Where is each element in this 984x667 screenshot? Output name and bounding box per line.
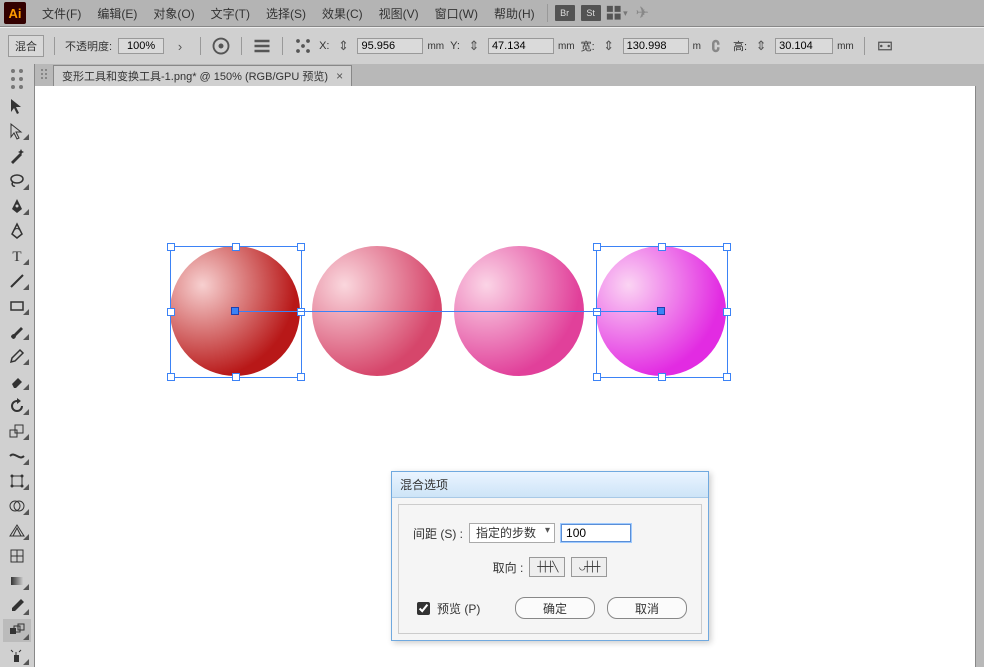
separator xyxy=(54,37,55,55)
dialog-title: 混合选项 xyxy=(392,472,708,498)
grid-icon xyxy=(606,5,621,20)
width-tool[interactable] xyxy=(3,444,31,467)
mesh-tool[interactable] xyxy=(3,544,31,567)
tab-grip-icon[interactable] xyxy=(38,64,50,86)
pencil-tool[interactable] xyxy=(3,344,31,367)
opacity-label: 不透明度: xyxy=(65,38,112,54)
options-bar: 混合 不透明度: › X: ⇕ mm Y: ⇕ mm 宽: ⇕ m 高: ⇕ m… xyxy=(0,27,984,65)
menu-help[interactable]: 帮助(H) xyxy=(486,3,543,24)
lasso-tool[interactable] xyxy=(3,169,31,192)
toolbox: T xyxy=(0,64,35,667)
right-panel-edge xyxy=(975,86,984,667)
x-label: X: xyxy=(319,40,329,52)
bridge-icon[interactable]: Br xyxy=(554,3,576,23)
opacity-more-icon[interactable]: › xyxy=(170,36,190,56)
blend-mode-chip[interactable]: 混合 xyxy=(8,35,44,57)
width-input[interactable] xyxy=(623,38,689,54)
h-stepper-icon[interactable]: ⇕ xyxy=(751,36,771,56)
x-input[interactable] xyxy=(357,38,423,54)
y-label: Y: xyxy=(450,40,460,52)
blend-tool[interactable] xyxy=(3,619,31,642)
paintbrush-tool[interactable] xyxy=(3,319,31,342)
direct-selection-tool[interactable] xyxy=(3,119,31,142)
separator xyxy=(864,37,865,55)
perspective-grid-tool[interactable] xyxy=(3,519,31,542)
eyedropper-tool[interactable] xyxy=(3,594,31,617)
align-panel-icon[interactable] xyxy=(252,36,272,56)
menu-bar: Ai 文件(F) 编辑(E) 对象(O) 文字(T) 选择(S) 效果(C) 视… xyxy=(0,0,984,27)
transform-panel-icon[interactable] xyxy=(293,36,313,56)
preview-checkbox[interactable]: 预览 (P) xyxy=(413,599,480,618)
spine-anchor-left[interactable] xyxy=(231,307,239,315)
x-unit: mm xyxy=(427,41,444,52)
selection-tool[interactable] xyxy=(3,94,31,117)
canvas[interactable]: 混合选项 间距 (S) : 指定的步数 取向 : ┼┼┼╲ ◡┼┼┼ xyxy=(35,86,984,667)
separator xyxy=(241,37,242,55)
y-stepper-icon[interactable]: ⇕ xyxy=(464,36,484,56)
content-area: T 变形工具和变换工具-1.png* @ 150% (RGB/GPU 预览) × xyxy=(0,64,984,667)
curvature-tool[interactable] xyxy=(3,219,31,242)
gpu-performance-icon[interactable]: ✈ xyxy=(636,3,649,23)
eraser-tool[interactable] xyxy=(3,369,31,392)
stock-icon[interactable]: St xyxy=(580,3,602,23)
x-stepper-icon[interactable]: ⇕ xyxy=(333,36,353,56)
blend-spine xyxy=(235,311,661,312)
close-tab-icon[interactable]: × xyxy=(336,69,343,83)
menu-object[interactable]: 对象(O) xyxy=(145,3,202,24)
spine-anchor-right[interactable] xyxy=(657,307,665,315)
h-unit: mm xyxy=(837,41,854,52)
blend-options-dialog: 混合选项 间距 (S) : 指定的步数 取向 : ┼┼┼╲ ◡┼┼┼ xyxy=(391,471,709,641)
gradient-tool[interactable] xyxy=(3,569,31,592)
w-unit: m xyxy=(693,41,701,52)
separator xyxy=(200,37,201,55)
steps-input[interactable] xyxy=(561,524,631,542)
cancel-button[interactable]: 取消 xyxy=(607,597,687,619)
separator xyxy=(282,37,283,55)
menu-type[interactable]: 文字(T) xyxy=(203,3,258,24)
rotate-tool[interactable] xyxy=(3,394,31,417)
recolor-artwork-icon[interactable] xyxy=(211,36,231,56)
document-area: 变形工具和变换工具-1.png* @ 150% (RGB/GPU 预览) × xyxy=(35,64,984,667)
isolate-blend-icon[interactable] xyxy=(875,36,895,56)
rectangle-tool[interactable] xyxy=(3,294,31,317)
magic-wand-tool[interactable] xyxy=(3,144,31,167)
free-transform-tool[interactable] xyxy=(3,469,31,492)
app-logo: Ai xyxy=(4,2,26,24)
preview-checkbox-input[interactable] xyxy=(417,602,430,615)
document-tab-title: 变形工具和变换工具-1.png* @ 150% (RGB/GPU 预览) xyxy=(62,68,328,84)
ok-button[interactable]: 确定 xyxy=(515,597,595,619)
y-input[interactable] xyxy=(488,38,554,54)
height-label: 高: xyxy=(733,38,747,54)
y-unit: mm xyxy=(558,41,575,52)
symbol-sprayer-tool[interactable] xyxy=(3,644,31,667)
toolbox-grip-icon[interactable] xyxy=(11,70,23,92)
separator xyxy=(547,4,548,22)
menu-file[interactable]: 文件(F) xyxy=(34,3,89,24)
menu-select[interactable]: 选择(S) xyxy=(258,3,314,24)
preview-label: 预览 (P) xyxy=(437,600,480,617)
opacity-input[interactable] xyxy=(118,38,164,54)
orientation-path-button[interactable]: ◡┼┼┼ xyxy=(571,557,607,577)
line-segment-tool[interactable] xyxy=(3,269,31,292)
height-input[interactable] xyxy=(775,38,833,54)
spacing-label: 间距 (S) : xyxy=(413,525,463,542)
document-tab[interactable]: 变形工具和变换工具-1.png* @ 150% (RGB/GPU 预览) × xyxy=(53,65,352,86)
svg-text:T: T xyxy=(12,249,21,265)
pen-tool[interactable] xyxy=(3,194,31,217)
spacing-select[interactable]: 指定的步数 xyxy=(469,523,555,543)
menu-window[interactable]: 窗口(W) xyxy=(427,3,486,24)
tab-bar: 变形工具和变换工具-1.png* @ 150% (RGB/GPU 预览) × xyxy=(35,64,984,86)
type-tool[interactable]: T xyxy=(3,244,31,267)
shape-builder-tool[interactable] xyxy=(3,494,31,517)
w-stepper-icon[interactable]: ⇕ xyxy=(599,36,619,56)
scale-tool[interactable] xyxy=(3,419,31,442)
link-wh-icon[interactable] xyxy=(707,36,727,56)
menu-effect[interactable]: 效果(C) xyxy=(314,3,371,24)
width-label: 宽: xyxy=(581,38,595,54)
menu-view[interactable]: 视图(V) xyxy=(371,3,427,24)
menu-edit[interactable]: 编辑(E) xyxy=(89,3,145,24)
orientation-label: 取向 : xyxy=(493,559,524,576)
orientation-page-button[interactable]: ┼┼┼╲ xyxy=(529,557,565,577)
arrange-documents-icon[interactable]: ▾ xyxy=(606,3,628,23)
